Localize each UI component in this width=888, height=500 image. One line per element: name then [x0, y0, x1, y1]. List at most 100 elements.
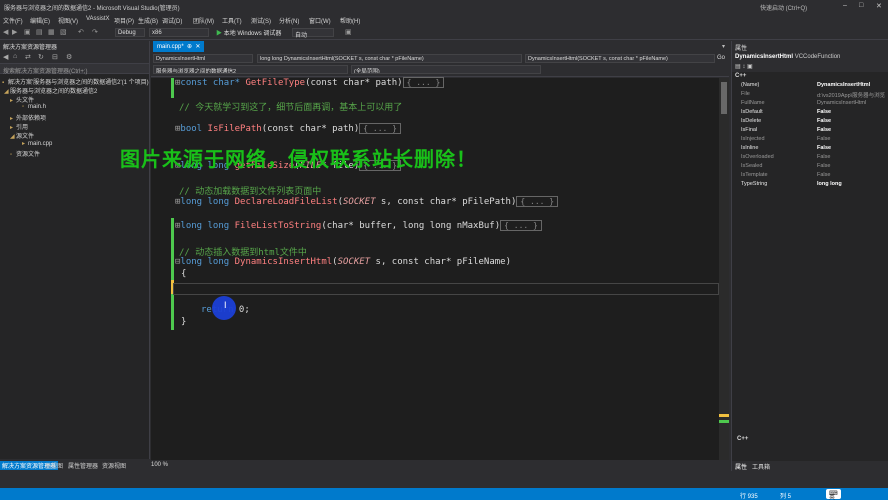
tree-item-header-files[interactable]: ▸ 头文件 [0, 95, 149, 104]
solution-explorer: 解决方案资源管理器 ◀ ⌂ ⇄ ↻ ⊟ ⚙ 搜索解决方案资源管理器(Ctrl+;… [0, 41, 150, 459]
solution-explorer-toolbar: ◀ ⌂ ⇄ ↻ ⊟ ⚙ [0, 50, 149, 64]
properties-panel: 属性 DynamicsInsertHtml VCCodeFunction ▤ ↕… [731, 41, 888, 471]
nav-project-select[interactable]: 服务器与浏览器之间的数据通信2 [153, 65, 348, 74]
property-pages-icon[interactable]: ▣ [747, 64, 753, 70]
property-row[interactable]: IsInjected False [732, 135, 888, 144]
menu-window[interactable]: 窗口(W) [309, 16, 331, 25]
pin-icon[interactable]: ⊕ [185, 44, 192, 50]
current-line-highlight [173, 283, 719, 295]
debug-mode-select[interactable]: 自动 [292, 28, 334, 39]
property-row[interactable]: File d:\vs2019App\服务器与浏览 [732, 90, 888, 99]
tab-class-view[interactable]: 类视图 [45, 461, 63, 470]
toolbar-extra-icon[interactable]: ▣ [345, 28, 352, 36]
property-name: (Name) [741, 82, 760, 88]
editor-scrollbar[interactable] [719, 78, 729, 460]
collapsed-block[interactable]: { ... } [402, 77, 445, 88]
collapsed-block[interactable]: { ... } [500, 220, 542, 231]
refresh-icon[interactable]: ↻ [38, 53, 44, 61]
menu-view[interactable]: 视图(V) [58, 16, 78, 25]
menu-project[interactable]: 项目(P) [114, 16, 134, 25]
tree-item-main-h[interactable]: ▫ main.h [0, 104, 149, 113]
quick-launch-input[interactable]: 快速启动 (Ctrl+Q) [760, 3, 807, 12]
code-line: ⊞long long FileListToString(char* buffer… [175, 220, 542, 233]
tab-overflow-icon[interactable]: ▾ [722, 43, 725, 50]
solution-explorer-header: 解决方案资源管理器 [0, 41, 149, 51]
code-editor[interactable]: ⊞const char* GetFileType(const char* pat… [151, 77, 719, 460]
nav-scope-select[interactable]: (全局范围) [351, 65, 541, 74]
start-debugging-label: 本地 Windows 调试器 [223, 31, 282, 37]
maximize-button[interactable]: □ [859, 2, 863, 9]
menu-test[interactable]: 测试(S) [251, 16, 271, 25]
ime-indicator[interactable]: 英 ⌨ [826, 489, 841, 500]
property-row[interactable]: (Name) DynamicsInsertHtml [732, 81, 888, 90]
menu-build[interactable]: 生成(B) [138, 16, 158, 25]
back-icon[interactable]: ◀ [3, 53, 8, 61]
property-name: IsInjected [741, 136, 765, 142]
property-row[interactable]: FullName DynamicsInsertHtml [732, 99, 888, 108]
property-row[interactable]: IsSealed False [732, 162, 888, 171]
property-row[interactable]: IsTemplate False [732, 171, 888, 180]
menu-file[interactable]: 文件(F) [3, 16, 23, 25]
properties-object-selector[interactable]: DynamicsInsertHtml VCCodeFunction [732, 52, 888, 62]
redo-icon[interactable]: ↷ [92, 28, 98, 36]
menu-edit[interactable]: 编辑(E) [30, 16, 50, 25]
property-row[interactable]: IsDefault False [732, 108, 888, 117]
undo-icon[interactable]: ↶ [78, 28, 84, 36]
property-grid: (Name) DynamicsInsertHtml File d:\vs2019App… [732, 81, 888, 189]
property-row[interactable]: IsFinal False [732, 126, 888, 135]
nav-function-signature[interactable]: long long DynamicsInsertHtml(SOCKET s, c… [257, 54, 522, 63]
zoom-level[interactable]: 100 % [151, 462, 168, 468]
tree-item-references[interactable]: ▸ 引用 [0, 122, 149, 131]
sync-icon[interactable]: ⇄ [25, 53, 31, 61]
configuration-select[interactable]: Debug [115, 28, 145, 37]
property-row[interactable]: IsOverloaded False [732, 153, 888, 162]
property-row[interactable]: IsDelete False [732, 117, 888, 126]
tab-properties[interactable]: 属性 [735, 462, 747, 471]
forward-icon[interactable]: ▶ [12, 28, 17, 36]
menu-tools[interactable]: 工具(T) [222, 16, 242, 25]
collapsed-block[interactable]: { ... } [516, 196, 559, 207]
menu-team[interactable]: 团队(M) [193, 16, 214, 25]
property-row[interactable]: TypeString long long [732, 180, 888, 189]
tab-resource-view[interactable]: 资源视图 [102, 461, 126, 470]
minimize-button[interactable]: – [843, 2, 847, 9]
save-all-icon[interactable]: ▧ [60, 28, 67, 36]
alphabetical-icon[interactable]: ↕ [742, 64, 745, 70]
tree-item-solution[interactable]: ▪ 解决方案'服务器与浏览器之间的数据通信2'(1 个项目) [0, 77, 149, 86]
tab-toolbox[interactable]: 工具箱 [752, 462, 770, 471]
collapse-all-icon[interactable]: ⊟ [52, 53, 58, 61]
categorized-icon[interactable]: ▤ [735, 64, 741, 70]
solution-search-input[interactable]: 搜索解决方案资源管理器(Ctrl+;) [0, 64, 149, 75]
window-title: 服务器与浏览器之间的数据通信2 - Microsoft Visual Studi… [4, 6, 180, 12]
menu-help[interactable]: 帮助(H) [340, 16, 360, 25]
close-button[interactable]: ✕ [876, 2, 882, 10]
go-button[interactable]: Go [717, 55, 725, 61]
property-value: DynamicsInsertHtml [817, 82, 871, 88]
menu-vassistx[interactable]: VAssistX [86, 16, 110, 22]
nav-function-select-left[interactable]: DynamicsInsertHtml [153, 54, 253, 63]
tab-main-cpp[interactable]: main.cpp* ⊕ ✕ [153, 41, 205, 52]
menu-bar: 文件(F) 编辑(E) 视图(V) VAssistX 项目(P) 生成(B) 调… [0, 14, 888, 25]
property-description: C++ [737, 436, 749, 442]
save-icon[interactable]: ▦ [48, 28, 55, 36]
property-row[interactable]: IsInline False [732, 144, 888, 153]
property-name: IsFinal [741, 127, 758, 133]
tree-item-project[interactable]: ◢服务器与浏览器之间的数据通信2 [0, 86, 149, 95]
tree-item-source-files[interactable]: ◢源文件 [0, 131, 149, 140]
menu-debug[interactable]: 调试(D) [162, 16, 182, 25]
tab-property-manager[interactable]: 属性管理器 [68, 461, 98, 470]
platform-select[interactable]: x86 [149, 28, 209, 37]
open-icon[interactable]: ▤ [36, 28, 43, 36]
tree-item-external-deps[interactable]: ▸ 外部依赖项 [0, 113, 149, 122]
properties-icon[interactable]: ⚙ [66, 53, 72, 61]
collapsed-block[interactable]: { ... } [359, 123, 401, 134]
property-name: File [741, 91, 750, 97]
home-icon[interactable]: ⌂ [13, 53, 17, 60]
nav-function-select-right[interactable]: DynamicsInsertHtml(SOCKET s, const char … [525, 54, 715, 63]
menu-analyze[interactable]: 分析(N) [279, 16, 299, 25]
back-icon[interactable]: ◀ [3, 28, 8, 36]
close-tab-icon[interactable]: ✕ [194, 44, 200, 50]
scrollbar-thumb[interactable] [721, 82, 727, 114]
start-debugging-button[interactable]: ▶ 本地 Windows 调试器 [216, 28, 281, 37]
new-project-icon[interactable]: ▣ [24, 28, 31, 36]
